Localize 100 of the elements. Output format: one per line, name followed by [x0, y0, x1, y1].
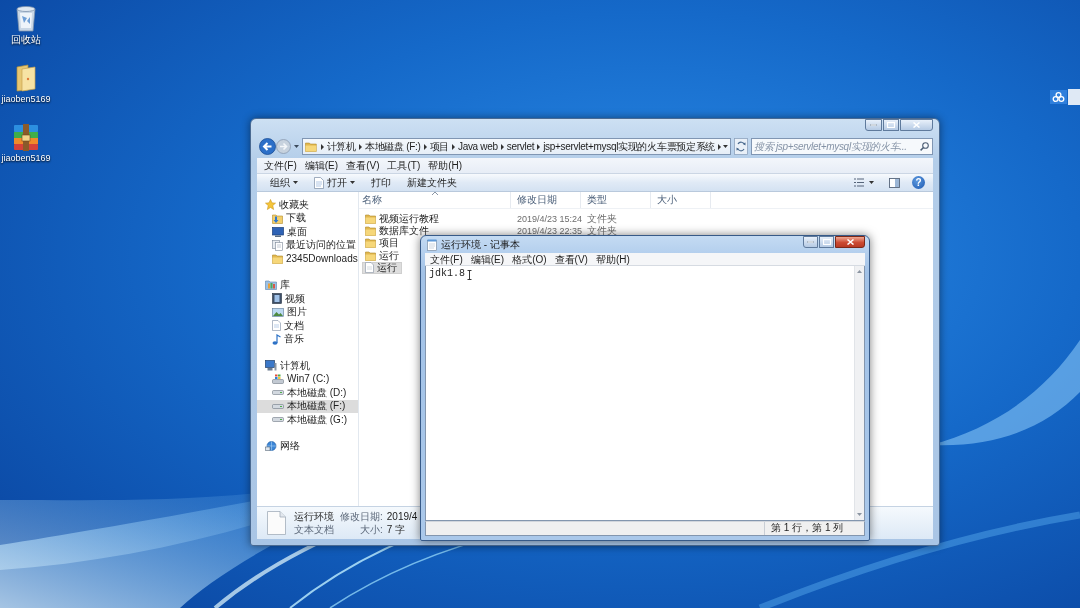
- file-item[interactable]: 数据库文件: [362, 224, 434, 237]
- breadcrumb[interactable]: 计算机: [325, 139, 357, 154]
- view-list-icon[interactable]: [854, 178, 864, 187]
- file-type: 文本文档: [294, 523, 335, 536]
- desktop-shortcut[interactable]: jiaoben5169: [0, 64, 52, 105]
- menu-item[interactable]: 工具(T): [383, 159, 425, 172]
- document-icon: [272, 320, 281, 332]
- file-item[interactable]: 视频运行教程: [362, 212, 444, 225]
- document-icon: [314, 176, 324, 189]
- refresh-icon[interactable]: [734, 138, 748, 155]
- breadcrumb[interactable]: servlet: [505, 141, 536, 152]
- music-note-icon: [272, 333, 281, 345]
- sidebar-item[interactable]: 音乐: [257, 332, 358, 346]
- preview-pane-icon[interactable]: [889, 177, 900, 188]
- sidebar-item[interactable]: 收藏夹: [257, 198, 358, 212]
- toolbar-button[interactable]: 组织: [263, 175, 305, 190]
- sidebar-item[interactable]: 本地磁盘 (D:): [257, 386, 358, 400]
- breadcrumb[interactable]: 本地磁盘 (F:): [363, 139, 422, 154]
- notepad-icon: [427, 238, 437, 251]
- address-bar[interactable]: 计算机 本地磁盘 (F:) 项目 Java web servlet jsp+servlet+mysql实现的火车票预定系统: [302, 138, 731, 155]
- arrow-right-icon[interactable]: [537, 143, 541, 150]
- menu-item[interactable]: 帮助(H): [591, 252, 634, 266]
- folder-icon: [16, 64, 36, 92]
- folder-icon: [365, 250, 376, 261]
- cloud-icon[interactable]: [1050, 90, 1067, 104]
- monitor-icon: [272, 226, 284, 237]
- menu-item[interactable]: 文件(F): [260, 159, 301, 172]
- sidebar-item[interactable]: 本地磁盘 (F:): [257, 399, 358, 413]
- sidebar-item[interactable]: 文档: [257, 319, 358, 333]
- sidebar-item[interactable]: 库: [257, 278, 358, 292]
- toolbar-button[interactable]: 打印: [364, 175, 398, 190]
- menu-item[interactable]: 文件(F): [426, 252, 467, 266]
- column-header[interactable]: 类型: [581, 192, 651, 208]
- file-name: 运行环境: [294, 510, 334, 523]
- maximize-button[interactable]: [819, 236, 834, 248]
- pages-icon: [272, 239, 283, 251]
- file-item[interactable]: 项目: [362, 237, 404, 250]
- menu-item[interactable]: 查看(V): [342, 159, 384, 172]
- file-type: 文件夹: [587, 213, 617, 225]
- arrow-right-icon[interactable]: [423, 143, 427, 150]
- arrow-right-icon[interactable]: [500, 143, 504, 150]
- text-file-icon: [267, 511, 286, 535]
- sidebar-item[interactable]: 计算机: [257, 359, 358, 373]
- breadcrumb[interactable]: 项目: [428, 139, 450, 154]
- folder-icon: [365, 213, 376, 224]
- menu-item[interactable]: 编辑(E): [466, 252, 509, 266]
- caret-down-icon[interactable]: [723, 145, 728, 148]
- close-button[interactable]: [835, 236, 865, 248]
- caret-down-icon[interactable]: [294, 145, 299, 148]
- help-button[interactable]: ?: [912, 176, 925, 189]
- sidebar-item[interactable]: 网络: [257, 439, 358, 453]
- arrow-right-icon[interactable]: [451, 143, 455, 150]
- menu-item[interactable]: 查看(V): [550, 252, 592, 266]
- sidebar-item[interactable]: 下载: [257, 211, 358, 225]
- sidebar-item[interactable]: 视频: [257, 292, 358, 306]
- menu-item[interactable]: 帮助(H): [424, 159, 467, 172]
- cursor-position: 第 1 行，第 1 列: [764, 522, 864, 535]
- vertical-scrollbar[interactable]: [854, 266, 864, 520]
- arrow-right-icon[interactable]: [718, 143, 722, 150]
- system-drive-icon: [272, 374, 284, 385]
- menu-item[interactable]: 格式(O): [508, 252, 551, 266]
- sidebar-item[interactable]: 最近访问的位置: [257, 238, 358, 252]
- column-header[interactable]: 名称: [359, 192, 511, 208]
- minimize-button[interactable]: [803, 236, 818, 248]
- field-label: 大小:: [359, 523, 383, 536]
- folder-icon: [365, 225, 376, 236]
- file-item[interactable]: 运行: [362, 249, 404, 262]
- sidebar-item[interactable]: 图片: [257, 305, 358, 319]
- menu-item[interactable]: 编辑(E): [300, 159, 343, 172]
- arrow-right-icon[interactable]: [358, 143, 362, 150]
- maximize-button[interactable]: [883, 119, 899, 131]
- sidebar-item[interactable]: Win7 (C:): [257, 372, 358, 386]
- breadcrumb[interactable]: jsp+servlet+mysql实现的火车票预定系统: [542, 139, 717, 154]
- desktop-shortcut[interactable]: jiaoben5169: [0, 124, 52, 164]
- arrow-down-icon[interactable]: [857, 513, 862, 516]
- caret-down-icon[interactable]: [869, 181, 874, 184]
- breadcrumb[interactable]: Java web: [456, 141, 499, 152]
- sidebar-item[interactable]: 2345Downloads: [257, 252, 358, 266]
- modified-date: 2019/4/23 15:24: [517, 214, 583, 225]
- window-title: 运行环境 - 记事本: [441, 237, 520, 252]
- desktop-shortcut[interactable]: 回收站: [0, 4, 52, 45]
- sidebar-item[interactable]: 桌面: [257, 225, 358, 239]
- maximize-icon: [822, 239, 831, 245]
- column-header[interactable]: 大小: [651, 192, 711, 208]
- download-folder-icon: [272, 212, 283, 224]
- file-item[interactable]: 运行: [362, 261, 402, 274]
- text-cursor-icon: [467, 270, 472, 280]
- search-field[interactable]: 搜索 jsp+servlet+mysql实现的火车...: [751, 138, 933, 155]
- sidebar-item[interactable]: 本地磁盘 (G:): [257, 413, 358, 427]
- toolbar-button[interactable]: 新建文件夹: [400, 175, 464, 190]
- arrow-up-icon[interactable]: [857, 270, 862, 273]
- minimize-button[interactable]: [865, 119, 882, 131]
- column-header[interactable]: 修改日期: [511, 192, 581, 208]
- close-button[interactable]: [900, 119, 933, 131]
- network-icon: [265, 440, 277, 452]
- toolbar-button[interactable]: 打开: [307, 175, 362, 190]
- library-icon: [265, 280, 277, 291]
- arrow-right-icon[interactable]: [320, 143, 324, 150]
- back-icon[interactable]: [259, 138, 276, 155]
- side-panel: [1068, 89, 1080, 105]
